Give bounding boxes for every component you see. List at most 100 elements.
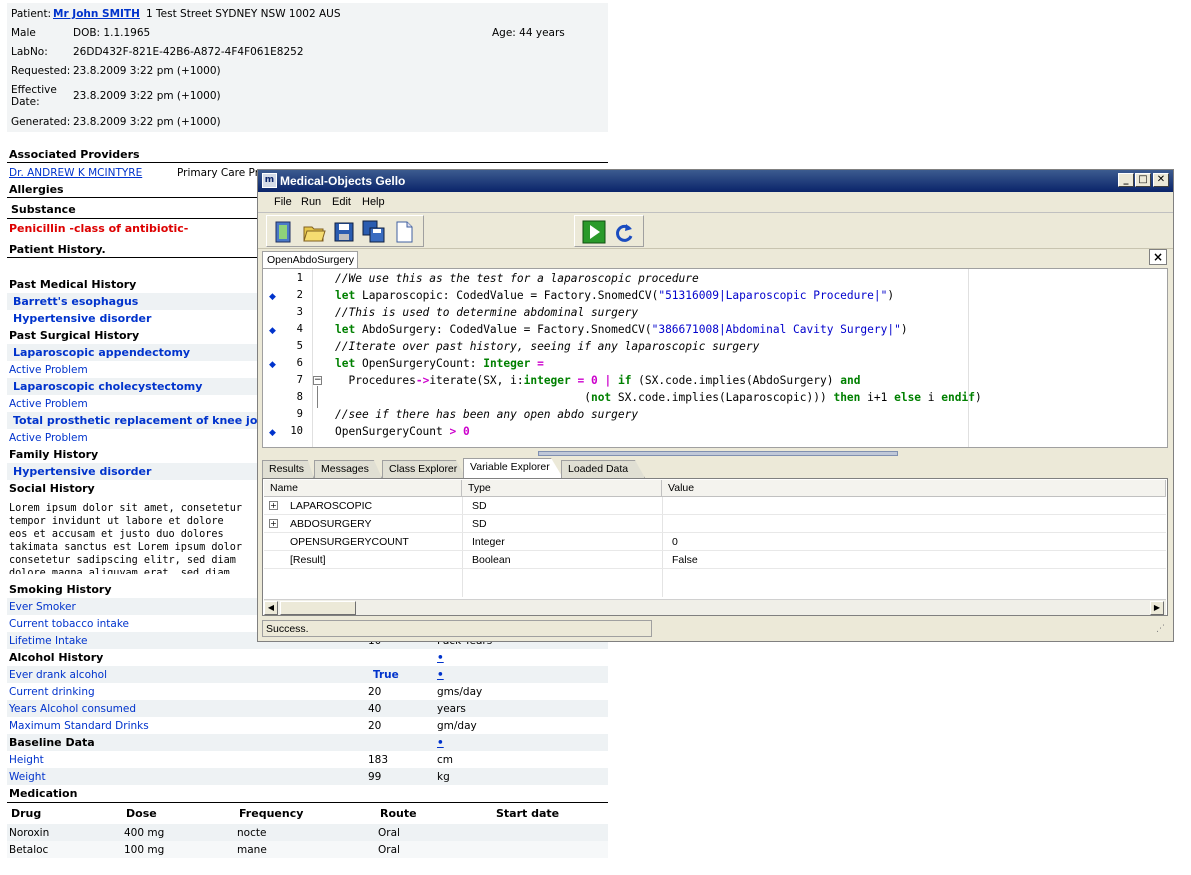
tab-variable-explorer[interactable]: Variable Explorer [463, 458, 563, 478]
table-row[interactable]: + ABDOSURGERY SD [264, 515, 1166, 533]
menu-run[interactable]: Run [301, 196, 321, 208]
new-document-icon[interactable] [391, 219, 417, 245]
grid-header-name[interactable]: Name [264, 480, 462, 497]
table-row[interactable]: OPENSURGERYCOUNT Integer 0 [264, 533, 1166, 551]
alcohol-value: 20 [368, 720, 382, 732]
grid-header-type[interactable]: Type [462, 480, 662, 497]
patient-header: Patient: Mr John SMITH 1 Test Street SYD… [7, 3, 608, 132]
scroll-right-icon[interactable]: ▶ [1150, 601, 1164, 615]
scroll-left-icon[interactable]: ◀ [264, 601, 278, 615]
window-title: Medical-Objects Gello [280, 174, 406, 188]
smoking-label: Ever Smoker [9, 601, 76, 613]
line-number: 2 [296, 289, 303, 301]
history-item[interactable]: Total prosthetic replacement of knee joi… [13, 414, 274, 427]
substance-column: Substance [11, 203, 76, 216]
var-type: Integer [472, 536, 505, 548]
bullet-link[interactable]: • [437, 652, 444, 664]
med-cell: nocte [237, 827, 267, 839]
var-type: SD [472, 500, 487, 512]
maximize-button[interactable]: □ [1135, 173, 1151, 187]
problem-status: Active Problem [9, 364, 88, 376]
run-icon[interactable] [581, 219, 607, 245]
status-bar: Success. [262, 620, 652, 637]
code-line: Procedures->iterate(SX, i:integer = 0 | … [335, 374, 861, 387]
history-heading: Patient History. [9, 243, 106, 256]
code-line: (not SX.code.implies(Laparoscopic))) the… [335, 391, 982, 404]
history-item[interactable]: Laparoscopic appendectomy [13, 346, 190, 359]
bullet-link[interactable]: • [437, 737, 444, 749]
menu-edit[interactable]: Edit [332, 196, 351, 208]
labno-label: LabNo: [11, 46, 48, 58]
fold-toggle-icon[interactable]: − [313, 376, 322, 385]
minimize-button[interactable]: _ [1118, 173, 1134, 187]
tab-loaded-data[interactable]: Loaded Data [561, 460, 645, 478]
refresh-icon[interactable] [611, 219, 637, 245]
line-number: 3 [296, 306, 303, 318]
med-col-dose: Dose [126, 807, 157, 820]
horizontal-scrollbar[interactable]: ◀ ▶ [264, 599, 1166, 615]
line-number: 1 [296, 272, 303, 284]
menu-bar: File Run Edit Help [258, 192, 1173, 213]
divider [7, 162, 608, 163]
grid-header-value[interactable]: Value [662, 480, 1166, 497]
med-cell: mane [237, 844, 267, 856]
code-editor[interactable]: 1 ◆ 2 3 ◆ 4 5 ◆ 6 7 8 9 ◆ 10 − //We use … [262, 268, 1168, 448]
alcohol-unit: years [437, 703, 466, 715]
breakpoint-marker[interactable]: ◆ [269, 360, 276, 370]
med-cell: Oral [378, 827, 400, 839]
breakpoint-marker[interactable]: ◆ [269, 428, 276, 438]
close-button[interactable]: ✕ [1153, 173, 1169, 187]
var-name: LAPAROSCOPIC [290, 500, 373, 512]
allergies-heading: Allergies [9, 183, 64, 196]
exit-icon[interactable] [271, 219, 297, 245]
patient-address: 1 Test Street SYDNEY NSW 1002 AUS [146, 8, 341, 20]
history-item[interactable]: Hypertensive disorder [13, 312, 151, 325]
toolbar [258, 213, 1173, 249]
line-number: 9 [296, 408, 303, 420]
title-bar[interactable]: m Medical-Objects Gello _ □ ✕ [258, 170, 1173, 192]
line-number: 7 [296, 374, 303, 386]
save-all-icon[interactable] [361, 219, 387, 245]
bullet-link[interactable]: • [437, 669, 444, 681]
panel-splitter[interactable] [538, 451, 898, 456]
tab-messages[interactable]: Messages [314, 460, 382, 478]
close-tab-icon[interactable]: × [1149, 249, 1167, 265]
menu-help[interactable]: Help [362, 196, 385, 208]
code-line: //This is used to determine abdominal su… [335, 306, 639, 319]
history-item[interactable]: Barrett's esophagus [13, 295, 138, 308]
tab-open-abdo-surgery[interactable]: OpenAbdoSurgery [262, 251, 358, 268]
right-margin-line [968, 269, 969, 447]
history-item[interactable]: Hypertensive disorder [13, 465, 151, 478]
resize-grip-icon[interactable]: ⋰ [1156, 624, 1165, 634]
line-number: 8 [296, 391, 303, 403]
file-toolbar-group [266, 215, 424, 247]
var-name: [Result] [290, 554, 326, 566]
save-icon[interactable] [331, 219, 357, 245]
var-type: Boolean [472, 554, 511, 566]
patient-dob: DOB: 1.1.1965 [73, 27, 151, 39]
baseline-heading: Baseline Data [9, 736, 95, 749]
var-name: OPENSURGERYCOUNT [290, 536, 409, 548]
med-cell: 100 mg [124, 844, 165, 856]
var-name: ABDOSURGERY [290, 518, 372, 530]
expand-icon[interactable]: + [269, 501, 278, 510]
line-number: 5 [296, 340, 303, 352]
provider-link[interactable]: Dr. ANDREW K MCINTYRE [9, 167, 142, 179]
tab-class-explorer[interactable]: Class Explorer [382, 460, 466, 478]
history-item[interactable]: Laparoscopic cholecystectomy [13, 380, 202, 393]
var-value: False [672, 554, 698, 566]
med-col-route: Route [380, 807, 417, 820]
menu-file[interactable]: File [274, 196, 292, 208]
tab-results[interactable]: Results [262, 460, 314, 478]
breakpoint-marker[interactable]: ◆ [269, 292, 276, 302]
code-line: let OpenSurgeryCount: Integer = [335, 357, 544, 370]
scroll-thumb[interactable] [280, 601, 356, 615]
app-icon: m [262, 173, 277, 188]
alcohol-unit: gm/day [437, 720, 477, 732]
patient-name-link[interactable]: Mr John SMITH [53, 8, 140, 20]
table-row[interactable]: [Result] Boolean False [264, 551, 1166, 569]
breakpoint-marker[interactable]: ◆ [269, 326, 276, 336]
open-icon[interactable] [301, 219, 327, 245]
expand-icon[interactable]: + [269, 519, 278, 528]
table-row[interactable]: + LAPAROSCOPIC SD [264, 497, 1166, 515]
